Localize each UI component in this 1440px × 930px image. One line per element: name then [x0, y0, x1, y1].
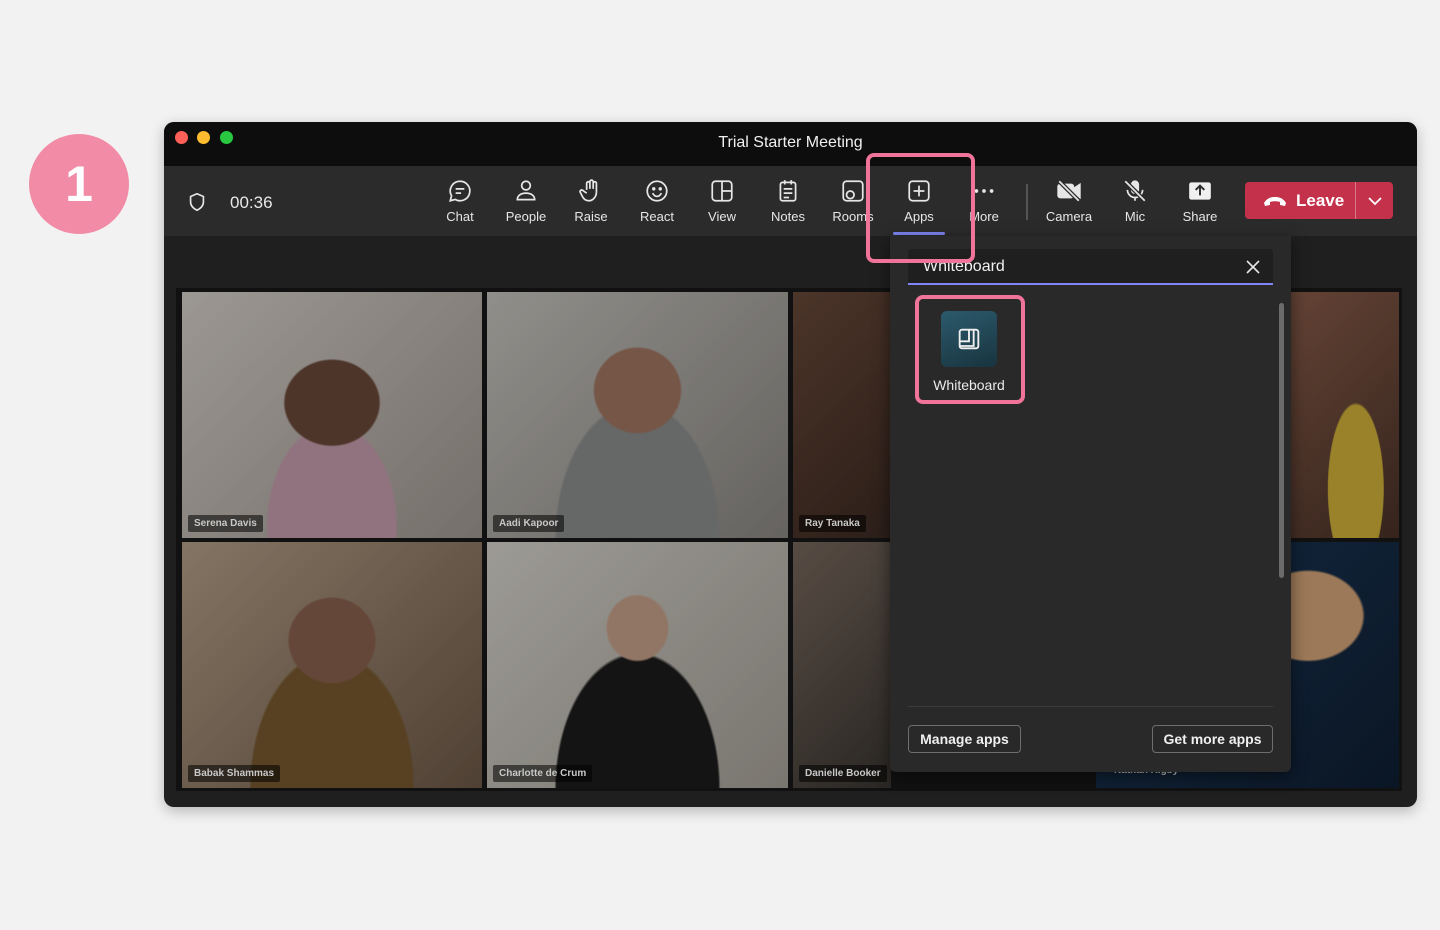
- hand-icon: [579, 179, 598, 202]
- title-bar: Trial Starter Meeting: [164, 122, 1417, 166]
- view-button[interactable]: View: [693, 178, 751, 228]
- manage-apps-button[interactable]: Manage apps: [908, 725, 1021, 753]
- chat-label: Chat: [446, 209, 474, 224]
- participant-tile[interactable]: Serena Davis: [182, 292, 482, 538]
- leave-label: Leave: [1296, 190, 1345, 210]
- camera-label: Camera: [1045, 209, 1093, 224]
- participant-tile[interactable]: Aadi Kapoor: [487, 292, 788, 538]
- react-button[interactable]: React: [628, 178, 686, 228]
- panel-scrollbar[interactable]: [1279, 303, 1284, 578]
- participant-name: Aadi Kapoor: [493, 515, 565, 532]
- shield-icon[interactable]: [186, 191, 208, 218]
- mic-button[interactable]: Mic: [1106, 178, 1164, 228]
- view-grid-icon: [711, 180, 733, 202]
- notes-button[interactable]: Notes: [759, 178, 817, 228]
- step-number-badge: 1: [29, 134, 129, 234]
- notes-icon: [779, 180, 797, 202]
- share-icon: [1189, 182, 1211, 200]
- participant-tile[interactable]: Charlotte de Crum: [487, 542, 788, 788]
- participant-tile[interactable]: Ray Tanaka: [793, 292, 891, 538]
- people-icon: [516, 180, 536, 201]
- panel-divider: [908, 706, 1273, 707]
- participant-name: Charlotte de Crum: [493, 765, 593, 782]
- leave-button[interactable]: Leave: [1245, 191, 1355, 211]
- raise-hand-button[interactable]: Raise: [562, 178, 620, 228]
- participant-name: Ray Tanaka: [799, 515, 866, 532]
- participant-name: Serena Davis: [188, 515, 263, 532]
- smiley-icon: [646, 180, 668, 202]
- mic-off-icon: [1123, 179, 1147, 203]
- leave-button-group: Leave: [1245, 182, 1393, 219]
- notes-label: Notes: [771, 209, 805, 224]
- get-more-apps-button[interactable]: Get more apps: [1152, 725, 1273, 753]
- share-label: Share: [1182, 209, 1218, 224]
- toolbar-divider: [1026, 184, 1028, 220]
- react-label: React: [640, 209, 674, 224]
- chevron-down-icon: [1367, 196, 1382, 205]
- people-label: People: [505, 209, 547, 224]
- chat-icon: [449, 180, 471, 202]
- whiteboard-highlight: [915, 295, 1025, 404]
- camera-button[interactable]: Camera: [1040, 178, 1098, 228]
- phone-hangup-icon: [1264, 196, 1286, 206]
- window-title: Trial Starter Meeting: [718, 134, 863, 151]
- participant-name: Danielle Booker: [799, 765, 887, 782]
- chat-button[interactable]: Chat: [431, 178, 489, 228]
- raise-label: Raise: [574, 209, 608, 224]
- meeting-timer: 00:36: [230, 193, 273, 212]
- participant-name: Babak Shammas: [188, 765, 281, 782]
- share-button[interactable]: Share: [1171, 178, 1229, 228]
- participant-tile[interactable]: Babak Shammas: [182, 542, 482, 788]
- apps-button-highlight: [866, 153, 975, 263]
- leave-options-button[interactable]: [1356, 196, 1393, 206]
- close-icon[interactable]: [1245, 259, 1261, 280]
- view-label: View: [708, 209, 736, 224]
- mic-label: Mic: [1124, 209, 1146, 224]
- meeting-toolbar: 00:36 Chat People Raise React View Notes…: [164, 166, 1417, 236]
- participant-tile[interactable]: Danielle Booker: [793, 542, 891, 788]
- people-button[interactable]: People: [497, 178, 555, 228]
- camera-off-icon: [1057, 179, 1081, 203]
- rooms-icon: [842, 180, 864, 202]
- meeting-window: Trial Starter Meeting 00:36 Chat People …: [164, 122, 1417, 807]
- participant-tile[interactable]: [1291, 292, 1399, 538]
